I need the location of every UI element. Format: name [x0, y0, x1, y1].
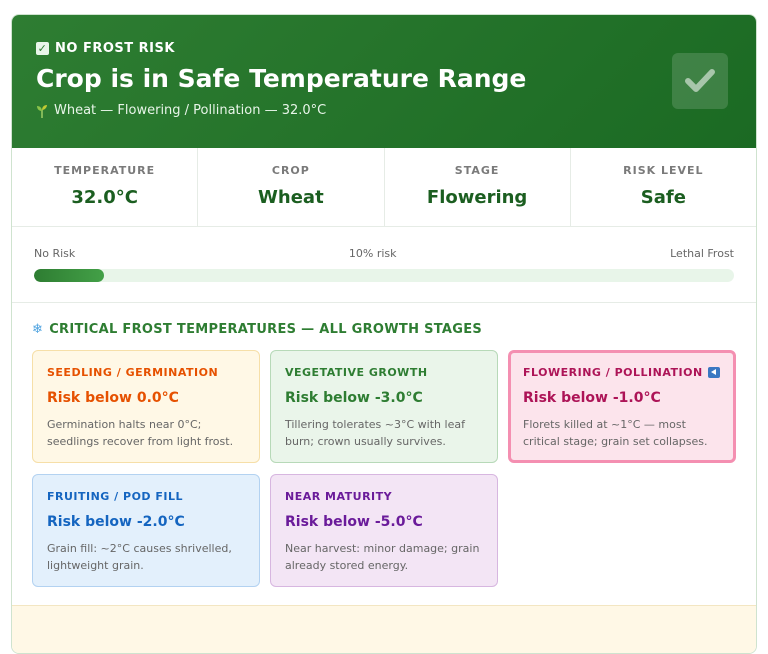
stage-card: NEAR MATURITY Risk below -5.0°C Near harve… [270, 474, 498, 587]
snowflake-icon: ❄ [32, 322, 44, 337]
checkmark-icon [672, 53, 728, 109]
summary-stats: TEMPERATURE 32.0°C CROP Wheat STAGE Flow… [12, 148, 756, 227]
stage-card: FRUITING / POD FILL Risk below -2.0°C Grai… [32, 474, 260, 587]
stat-label: RISK LEVEL [623, 164, 704, 177]
stage-card-grid: SEEDLING / GERMINATION Risk below 0.0°C Ge… [32, 350, 736, 587]
stage-name: FLOWERING / POLLINATION [523, 366, 721, 379]
stat-value: Safe [640, 187, 686, 208]
sprout-icon [37, 104, 47, 118]
section-title: ❄ CRITICAL FROST TEMPERATURES — ALL GROW… [32, 322, 736, 337]
status-header: ✓ NO FROST RISK Crop is in Safe Temperat… [12, 15, 756, 148]
stage-risk-threshold: Risk below -5.0°C [285, 514, 423, 530]
risk-meter: No Risk 10% risk Lethal Frost [12, 227, 756, 303]
stage-description: Grain fill: ~2°C causes shrivelled, ligh… [47, 542, 232, 572]
section-title-text: CRITICAL FROST TEMPERATURES — ALL GROWTH… [49, 322, 483, 337]
stat-label: TEMPERATURE [54, 164, 156, 177]
status-badge-label: NO FROST RISK [55, 41, 175, 56]
stage-card: SEEDLING / GERMINATION Risk below 0.0°C Ge… [32, 350, 260, 463]
stage-name: NEAR MATURITY [285, 490, 483, 503]
risk-value-label: 10% risk [348, 247, 397, 260]
stage-name-text: NEAR MATURITY [285, 490, 393, 503]
stage-description: Near harvest: minor damage; grain alread… [285, 542, 480, 572]
risk-bar-track [34, 269, 734, 282]
stage-risk-threshold: Risk below -1.0°C [523, 390, 661, 406]
stat-risk-level: RISK LEVEL Safe [571, 148, 756, 226]
stage-name-text: SEEDLING / GERMINATION [47, 366, 219, 379]
status-badge: ✓ NO FROST RISK [36, 41, 732, 56]
stage-name-text: FLOWERING / POLLINATION [523, 366, 703, 379]
risk-min-label: No Risk [34, 247, 76, 260]
stat-value: Flowering [426, 187, 528, 208]
stat-stage: STAGE Flowering [385, 148, 571, 226]
stage-name-text: FRUITING / POD FILL [47, 490, 184, 503]
stage-name-text: VEGETATIVE GROWTH [285, 366, 428, 379]
risk-max-label: Lethal Frost [670, 247, 734, 260]
stage-risk-threshold: Risk below -3.0°C [285, 390, 423, 406]
stage-name: VEGETATIVE GROWTH [285, 366, 483, 379]
growth-stages-section: ❄ CRITICAL FROST TEMPERATURES — ALL GROW… [12, 303, 756, 587]
stage-description: Germination halts near 0°C; seedlings re… [47, 418, 234, 448]
footer-panel [12, 605, 756, 653]
page-title: Crop is in Safe Temperature Range [36, 64, 527, 93]
status-subtitle: Wheat — Flowering / Pollination — 32.0°C [36, 103, 732, 118]
stage-card: FLOWERING / POLLINATION Risk below -1.0°C… [508, 350, 736, 463]
subtitle-text: Wheat — Flowering / Pollination — 32.0°C [54, 103, 327, 118]
stage-description: Tillering tolerates ~3°C with leaf burn;… [285, 418, 465, 448]
frost-risk-card: ✓ NO FROST RISK Crop is in Safe Temperat… [11, 14, 757, 654]
stat-value: 32.0°C [71, 187, 138, 208]
risk-bar-fill [34, 269, 104, 282]
stat-label: STAGE [454, 164, 500, 177]
stage-name: SEEDLING / GERMINATION [47, 366, 245, 379]
stage-risk-threshold: Risk below 0.0°C [47, 390, 179, 406]
current-stage-icon [707, 367, 720, 378]
stage-card: VEGETATIVE GROWTH Risk below -3.0°C Tiller… [270, 350, 498, 463]
stat-crop: CROP Wheat [198, 148, 385, 226]
stat-temperature: TEMPERATURE 32.0°C [12, 148, 199, 226]
stat-value: Wheat [258, 187, 324, 208]
risk-meter-labels: No Risk 10% risk Lethal Frost [34, 247, 734, 260]
stage-name: FRUITING / POD FILL [47, 490, 245, 503]
stage-risk-threshold: Risk below -2.0°C [47, 514, 185, 530]
stage-description: Florets killed at ~1°C — most critical s… [523, 418, 708, 448]
stat-label: CROP [271, 164, 310, 177]
checkbox-icon: ✓ [36, 42, 49, 55]
